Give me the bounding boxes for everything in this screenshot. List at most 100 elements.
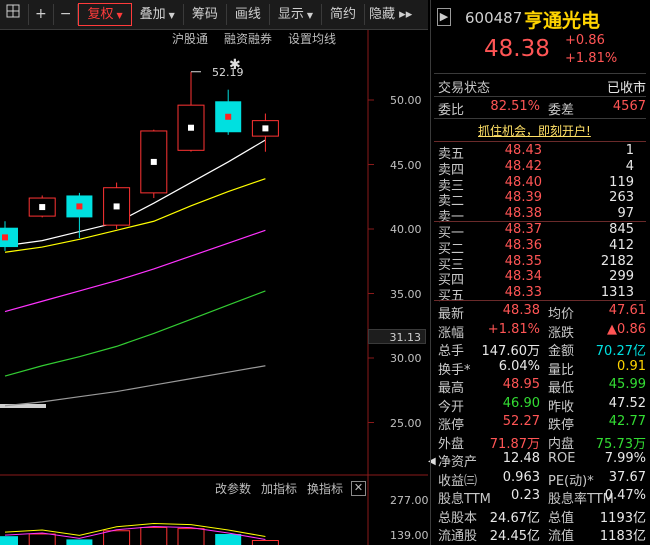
set-ma-link[interactable]: 设置均线 [288,30,336,50]
stat-value: 46.90 [502,395,540,411]
ask-volume: 97 [617,206,634,222]
volume-tick-label: 139.00 [390,529,429,542]
bid-row: 买二 48.36 412 [438,237,646,257]
chart-toolbar: + − 复权 ▼ 叠加 ▼ 筹码 画线 显示 ▼ 简约 隐藏 ▸▸ [0,0,428,30]
stat-label: 收益㈢ [438,473,478,489]
adjust-dropdown[interactable]: 复权 ▼ [78,3,132,26]
margin-trading-link[interactable]: 融资融券 [224,30,272,50]
y-tick-label: 40.00 [390,223,422,236]
switch-indicator-button[interactable]: 换指标 [307,480,343,497]
chart-grid [0,30,428,545]
zoom-in-icon[interactable]: + [29,4,54,25]
stat-label: ROE [548,451,576,466]
overlay-dropdown[interactable]: 叠加 ▼ [132,4,184,25]
volume-tick-label: 277.00 [390,494,429,507]
expand-icon[interactable]: ▶ [437,8,451,26]
candle-marker [262,125,269,132]
add-indicator-button[interactable]: 加指标 [261,480,297,497]
stat-label: 昨收 [548,399,575,415]
stat-label: 净资产 [438,455,478,470]
candles [0,71,279,251]
ma-line-2 [4,229,266,313]
volume-bar [215,534,242,545]
bid-level: 买五 [438,289,465,305]
stat-value: 52.27 [502,414,540,429]
ask-row: 卖二 48.39 263 [438,190,646,209]
stat-value: 7.99% [604,451,646,466]
order-ratio-row: 委比 82.51% 委差 4567 [438,99,646,118]
hk-connect-link[interactable]: 沪股通 [172,30,208,50]
y-tick-label: 50.00 [390,94,422,107]
chevron-down-icon: ▼ [116,11,123,20]
stat-label: 金额 [548,344,575,359]
stat-row: 换手* 6.04% 量比 0.91 [438,359,646,378]
ask-price: 48.39 [504,190,542,206]
volume-bar [0,536,18,545]
stat-row: 今开 46.90 昨收 47.52 [438,395,646,415]
stat-row: 总股本 24.67亿 总值 1193亿 [438,507,646,526]
y-tick-label: 35.00 [390,288,422,301]
ask-row: 卖三 48.40 119 [438,175,646,194]
stat-row: 收益㈢ 0.963 PE(动)* 37.67 [438,469,646,489]
stat-value: 75.73万 [595,436,646,452]
stat-value: +1.81% [487,321,540,337]
ask-volume: 1 [625,143,634,158]
stat-value: 0.963 [502,469,540,485]
stat-label: 最高 [438,381,465,396]
trade-status-value: 已收市 [606,81,646,96]
stat-value: 48.95 [502,377,540,392]
volume-bar [66,539,93,545]
volume-bars [0,523,279,545]
stat-row: 最新 48.38 均价 47.61 [438,303,646,322]
ma-line-3 [4,290,266,377]
y-tick-label: 25.00 [390,417,422,430]
stat-value: 0.47% [604,488,646,503]
stat-row: 外盘 71.87万 内盘 75.73万 [438,433,646,452]
stock-code: 600487 [465,9,523,27]
trade-status-row: 交易状态 已收市 [438,77,646,96]
stat-value: 1193亿 [599,510,646,526]
grid-icon[interactable] [0,4,29,25]
trade-status-label: 交易状态 [438,81,491,96]
stat-value: 24.45亿 [489,529,540,544]
simple-button[interactable]: 简约 [322,4,366,25]
volume-bar [140,527,168,545]
y-tick-label: 30.00 [390,352,422,365]
stat-label: 涨停 [438,418,465,433]
display-dropdown[interactable]: 显示 ▼ [270,4,323,25]
draw-line-button[interactable]: 画线 [227,4,270,25]
bid-price: 48.36 [504,237,542,253]
stock-name: 亨通光电 [524,10,601,32]
price-change-pct: +1.81% [565,51,618,66]
y-tick-label: 45.00 [390,159,422,172]
edit-params-button[interactable]: 改参数 [215,480,251,497]
stat-value: 70.27亿 [595,344,646,359]
stat-label: 总值 [548,510,575,526]
diff-value: 4567 [612,99,646,114]
kline-chart[interactable] [0,30,428,545]
stat-value: ▲0.86 [607,321,646,337]
open-account-link[interactable]: 抓住机会，即刻开户! [478,122,591,139]
chevron-down-icon: ▼ [306,11,314,20]
hide-button[interactable]: 隐藏 ▸▸ [365,4,416,25]
stat-value: 12.48 [502,451,540,466]
stat-label: 均价 [548,307,575,322]
stat-value: 48.38 [502,303,540,318]
stat-value: 0.23 [511,488,540,503]
zoom-out-icon[interactable]: − [54,4,79,25]
stat-row: 涨幅 +1.81% 涨跌 ▲0.86 [438,321,646,341]
stat-label: 跌停 [548,418,575,433]
chips-button[interactable]: 筹码 [184,4,227,25]
stat-label: 内盘 [548,436,575,452]
bid-price: 48.33 [504,285,542,301]
bid-volume: 299 [609,269,634,285]
stat-label: 总手 [438,344,465,359]
bid-price: 48.37 [504,222,542,237]
high-marker-label: 52.19 [212,66,244,79]
stat-value: 37.67 [608,469,646,485]
stat-row: 流通股 24.45亿 流值 1183亿 [438,525,646,544]
stat-label: 涨幅 [438,325,465,341]
close-icon[interactable]: ✕ [351,481,366,496]
bid-price: 48.34 [504,269,542,285]
volume-bar [28,533,56,545]
